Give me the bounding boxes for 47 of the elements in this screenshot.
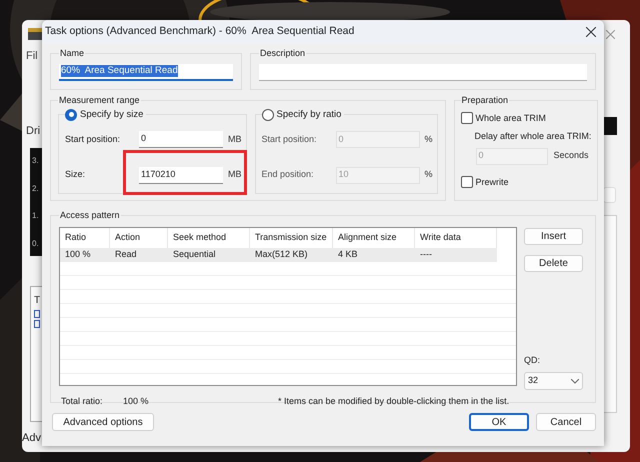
action-button[interactable]: Delete bbox=[524, 254, 583, 272]
unit-label: % bbox=[424, 132, 433, 146]
axis-label: 1. bbox=[32, 211, 40, 220]
axis-label: 3. bbox=[32, 156, 40, 165]
action-button[interactable]: Insert bbox=[524, 228, 583, 244]
field-label: Total ratio: bbox=[61, 395, 104, 408]
table-cell: 4 KB bbox=[333, 248, 415, 262]
value-label: 100 % bbox=[123, 395, 150, 408]
window-title: Task options (Advanced Benchmark) - 60% Area Sequential Read bbox=[45, 24, 356, 40]
field-label: Delay after whole area TRIM: bbox=[474, 130, 592, 143]
field-label: Start position: bbox=[262, 132, 318, 146]
menu-item[interactable]: Fil bbox=[26, 48, 38, 64]
unit-label: MB bbox=[228, 168, 242, 182]
options-button[interactable]: Advanced options bbox=[52, 413, 154, 431]
checkbox-label[interactable]: Prewrite bbox=[476, 176, 509, 189]
cancel-button[interactable]: Cancel bbox=[536, 413, 596, 431]
name-field[interactable]: 60% Area Sequential Read bbox=[59, 64, 233, 80]
field-label: QD: bbox=[524, 354, 542, 367]
unit-label: Seconds bbox=[554, 149, 589, 162]
field-label: End position: bbox=[262, 168, 315, 182]
unit-label: % bbox=[424, 168, 433, 182]
hint-text: * Items can be modified by double-clicking them in the list. bbox=[278, 395, 510, 408]
radio-label[interactable]: Specify by size bbox=[80, 108, 144, 122]
group-label: Description bbox=[259, 47, 306, 60]
table-cell: Read bbox=[110, 248, 168, 262]
panel-label: T bbox=[34, 294, 42, 308]
axis-label: 0. bbox=[32, 238, 40, 248]
group-label: Measurement range bbox=[58, 94, 141, 107]
table-cell: 100 % bbox=[60, 248, 110, 262]
unit-label: MB bbox=[228, 132, 242, 146]
group-label: Access pattern bbox=[59, 209, 121, 222]
input-field[interactable]: 1170210 bbox=[139, 166, 223, 184]
table-cell: Sequential bbox=[168, 248, 250, 262]
field-label: Size: bbox=[65, 168, 86, 182]
field-label: Start position: bbox=[65, 132, 122, 146]
group-label: Preparation bbox=[460, 94, 510, 107]
axis-label: 2. bbox=[32, 184, 40, 193]
checkbox-label[interactable]: Whole area TRIM bbox=[476, 112, 546, 125]
tab-label: Adv bbox=[22, 431, 41, 446]
table-cell: Max(512 KB) bbox=[250, 248, 333, 262]
table-cell: ---- bbox=[415, 248, 497, 262]
radio-label[interactable]: Specify by ratio bbox=[276, 108, 342, 122]
ok-button[interactable]: OK bbox=[469, 413, 529, 431]
group-label: Name bbox=[59, 47, 86, 60]
input-field[interactable]: 0 bbox=[139, 131, 223, 148]
qd-dropdown[interactable]: 32 bbox=[524, 372, 583, 390]
section-label: Dri bbox=[26, 124, 40, 139]
